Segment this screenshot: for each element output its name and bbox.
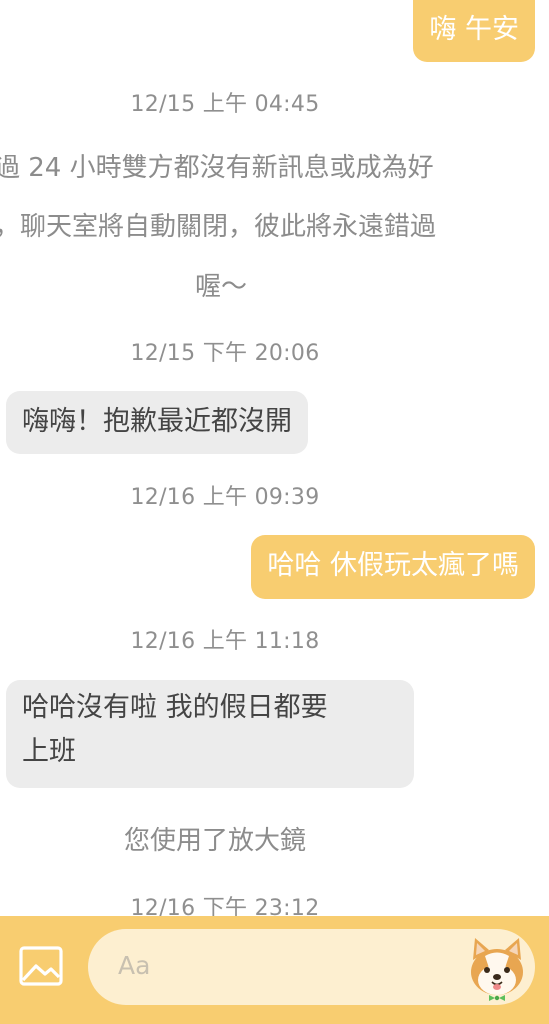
outgoing-message[interactable]: 哈哈 休假玩太瘋了嗎 — [251, 535, 535, 599]
system-notice: 您使用了放大鏡 — [124, 826, 307, 856]
system-notice-line: ，聊天室將自動關閉，彼此將永遠錯過 — [0, 212, 437, 242]
message-text: 嗨 午安 — [429, 14, 519, 45]
message-composer: Aa — [0, 916, 549, 1024]
message-text-line: 哈哈沒有啦 我的假日都要 — [22, 692, 328, 723]
shiba-dog-icon[interactable] — [461, 932, 533, 1004]
incoming-message[interactable]: 嗨嗨！抱歉最近都沒開 — [6, 391, 308, 454]
image-icon[interactable] — [17, 942, 65, 990]
system-notice-line: 喔～ — [195, 272, 248, 302]
message-input-placeholder: Aa — [118, 951, 151, 980]
message-text: 嗨嗨！抱歉最近都沒開 — [22, 406, 292, 437]
incoming-message[interactable]: 哈哈沒有啦 我的假日都要 上班 — [6, 680, 414, 788]
message-text: 哈哈 休假玩太瘋了嗎 — [267, 550, 519, 581]
timestamp: 12/16 下午 23:12 — [130, 896, 320, 916]
outgoing-message[interactable]: 嗨 午安 — [413, 0, 535, 62]
timestamp: 12/15 下午 20:06 — [130, 341, 320, 366]
system-notice-line: 過 24 小時雙方都沒有新訊息或成為好 — [0, 153, 434, 183]
timestamp: 12/16 上午 11:18 — [130, 629, 320, 654]
chat-area[interactable]: 嗨 午安 12/15 上午 04:45 過 24 小時雙方都沒有新訊息或成為好 … — [0, 0, 549, 916]
message-text-line: 上班 — [22, 736, 76, 767]
timestamp: 12/15 上午 04:45 — [130, 92, 320, 117]
message-input[interactable]: Aa — [88, 929, 535, 1005]
timestamp: 12/16 上午 09:39 — [130, 485, 320, 510]
